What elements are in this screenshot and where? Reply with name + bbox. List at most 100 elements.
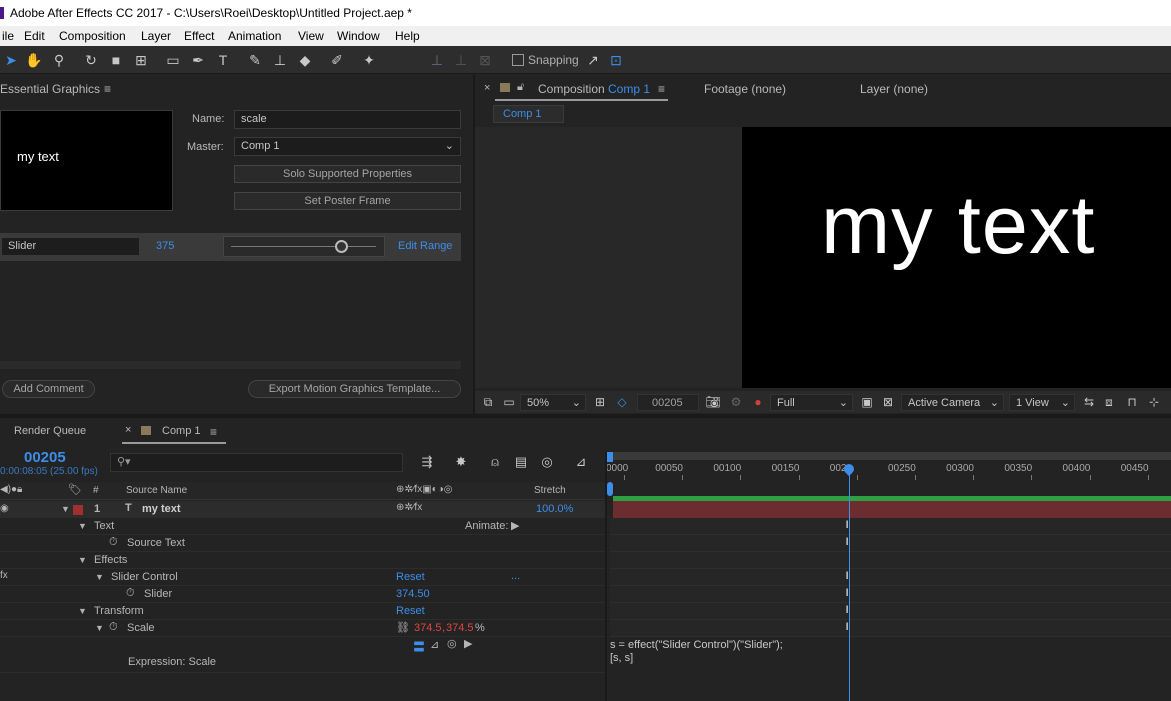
- layer-stretch[interactable]: 100.0%: [536, 503, 573, 515]
- roto-brush-tool-icon[interactable]: ✐: [328, 51, 346, 69]
- horizontal-scrollbar[interactable]: [0, 361, 461, 369]
- menu-effect[interactable]: Effect: [184, 26, 214, 46]
- shy-layers-icon[interactable]: ⍝: [486, 453, 504, 471]
- expand-triangle-icon[interactable]: ▼: [78, 521, 87, 531]
- composition-viewer[interactable]: my text: [742, 127, 1171, 388]
- expression-enable-icon[interactable]: 〓: [413, 638, 425, 655]
- snapshot-icon[interactable]: 📷︎: [704, 393, 722, 411]
- brush-tool-icon[interactable]: ✎: [246, 51, 264, 69]
- work-area-start-handle[interactable]: [607, 482, 613, 496]
- expand-triangle-icon[interactable]: ▼: [95, 623, 104, 633]
- layer-switches-icons[interactable]: ⊕✲⁄fx: [396, 502, 422, 513]
- tab-layer[interactable]: Layer (none): [860, 82, 928, 96]
- source-name-header[interactable]: Source Name: [126, 485, 187, 496]
- stopwatch-icon[interactable]: ⏱︎: [126, 587, 135, 600]
- draft-3d-icon[interactable]: ✸: [452, 453, 470, 471]
- eraser-tool-icon[interactable]: ◆: [296, 51, 314, 69]
- eye-icon[interactable]: ◉: [0, 503, 9, 514]
- graph-editor-icon[interactable]: ⊿: [572, 453, 590, 471]
- always-preview-icon[interactable]: ⧉: [479, 393, 497, 411]
- slider-control-row[interactable]: fx ▼ Slider Control Reset ...: [0, 569, 605, 586]
- export-template-button[interactable]: Export Motion Graphics Template...: [248, 380, 461, 398]
- close-icon[interactable]: ×: [125, 424, 131, 436]
- scale-x-value[interactable]: 374.5: [414, 622, 442, 634]
- expression-language-menu-icon[interactable]: ▶︎: [464, 637, 472, 650]
- menu-file[interactable]: ile: [2, 26, 14, 46]
- expand-triangle-icon[interactable]: ▼: [95, 572, 104, 582]
- rectangle-tool-icon[interactable]: ▭: [164, 51, 182, 69]
- comp-breadcrumb[interactable]: Comp 1: [493, 105, 564, 123]
- tab-comp[interactable]: Comp 1: [162, 425, 201, 437]
- slider-property-value[interactable]: 374.50: [396, 588, 430, 600]
- snap-feature-icon[interactable]: ⊡: [607, 51, 625, 69]
- show-snapshot-icon[interactable]: ⚙: [727, 393, 745, 411]
- fast-previews-icon[interactable]: ⧈: [1100, 393, 1118, 411]
- motion-blur-icon[interactable]: ◎: [538, 453, 556, 471]
- animate-menu-icon[interactable]: ▶︎: [511, 519, 519, 532]
- transform-reset-link[interactable]: Reset: [396, 605, 425, 617]
- pen-tool-icon[interactable]: ✒: [189, 51, 207, 69]
- set-poster-frame-button[interactable]: Set Poster Frame: [234, 192, 461, 210]
- rotate-tool-icon[interactable]: ↻: [82, 51, 100, 69]
- stopwatch-icon[interactable]: ⏱︎: [109, 621, 118, 634]
- region-of-interest-icon[interactable]: ▣: [858, 393, 876, 411]
- tab-composition[interactable]: Composition: [538, 82, 605, 96]
- stopwatch-icon[interactable]: ⏱︎: [109, 536, 118, 549]
- effect-options-link[interactable]: ...: [511, 570, 520, 582]
- menu-layer[interactable]: Layer: [141, 26, 171, 46]
- navigator-start-handle[interactable]: [607, 452, 613, 462]
- pickwhip-icon[interactable]: ◎: [447, 637, 457, 650]
- tab-menu-icon[interactable]: ≡: [658, 82, 665, 96]
- menu-window[interactable]: Window: [337, 26, 380, 46]
- solo-properties-button[interactable]: Solo Supported Properties: [234, 165, 461, 183]
- current-time[interactable]: 00205: [24, 449, 66, 466]
- type-tool-icon[interactable]: T: [214, 51, 232, 69]
- scale-y-value[interactable]: 374.5: [446, 622, 474, 634]
- slider-value[interactable]: 375: [156, 240, 174, 252]
- monitor-icon[interactable]: ▭: [500, 393, 518, 411]
- tab-footage[interactable]: Footage (none): [704, 82, 786, 96]
- view-axis-icon[interactable]: ⊠: [476, 51, 494, 69]
- lock-icon[interactable]: 🔓︎: [517, 81, 524, 94]
- slider-name-input[interactable]: Slider: [1, 237, 140, 256]
- menu-composition[interactable]: Composition: [59, 26, 126, 46]
- reset-link[interactable]: Reset: [396, 571, 425, 583]
- snapping-checkbox[interactable]: [512, 54, 524, 66]
- close-icon[interactable]: ×: [484, 82, 490, 94]
- time-navigator[interactable]: [610, 452, 1171, 460]
- zoom-select[interactable]: 50% ⌄: [520, 394, 586, 411]
- resolution-select[interactable]: Full ⌄: [770, 394, 853, 411]
- zoom-tool-icon[interactable]: ⚲: [50, 51, 68, 69]
- timecode-field[interactable]: 00205: [637, 394, 699, 411]
- expression-row[interactable]: 〓 ⊿ ◎ ▶︎ Expression: Scale: [0, 637, 605, 673]
- slider-track[interactable]: [223, 236, 385, 257]
- tab-render-queue[interactable]: Render Queue: [14, 425, 86, 437]
- menu-view[interactable]: View: [298, 26, 324, 46]
- flowchart-icon[interactable]: ⊹: [1145, 393, 1163, 411]
- camera-select[interactable]: Active Camera ⌄: [901, 394, 1004, 411]
- effects-group-row[interactable]: ▼ Effects: [0, 552, 605, 569]
- menu-help[interactable]: Help: [395, 26, 420, 46]
- source-text-row[interactable]: ⏱︎ Source Text: [0, 535, 605, 552]
- frame-blending-icon[interactable]: ▤: [512, 453, 530, 471]
- toggle-pixel-aspect-icon[interactable]: ⇆: [1080, 393, 1098, 411]
- panel-menu-icon[interactable]: ≡: [104, 82, 111, 96]
- menu-edit[interactable]: Edit: [24, 26, 45, 46]
- transform-group-row[interactable]: ▼ Transform Reset: [0, 603, 605, 620]
- transparency-grid-icon[interactable]: ⊠: [879, 393, 897, 411]
- mask-visibility-icon[interactable]: ◇: [613, 393, 631, 411]
- safe-zones-icon[interactable]: ⊞: [591, 393, 609, 411]
- slider-knob[interactable]: [335, 240, 349, 253]
- views-select[interactable]: 1 View ⌄: [1009, 394, 1075, 411]
- effect-toggle-icon[interactable]: fx: [0, 570, 8, 581]
- comp-mini-flowchart-icon[interactable]: ⇶: [418, 453, 436, 471]
- scale-property-row[interactable]: ▼ ⏱︎ Scale ⛓︎ 374.5 , 374.5 %: [0, 620, 605, 637]
- name-input[interactable]: scale: [234, 110, 461, 129]
- expand-triangle-icon[interactable]: ▼: [78, 606, 87, 616]
- channel-icon[interactable]: ●: [749, 393, 767, 411]
- expand-triangle-icon[interactable]: ▼: [61, 504, 70, 514]
- local-axis-icon[interactable]: ⊥: [428, 51, 446, 69]
- expand-triangle-icon[interactable]: ▼: [78, 555, 87, 565]
- world-axis-icon[interactable]: ⊥: [452, 51, 470, 69]
- layer-duration-bar[interactable]: [613, 501, 1171, 518]
